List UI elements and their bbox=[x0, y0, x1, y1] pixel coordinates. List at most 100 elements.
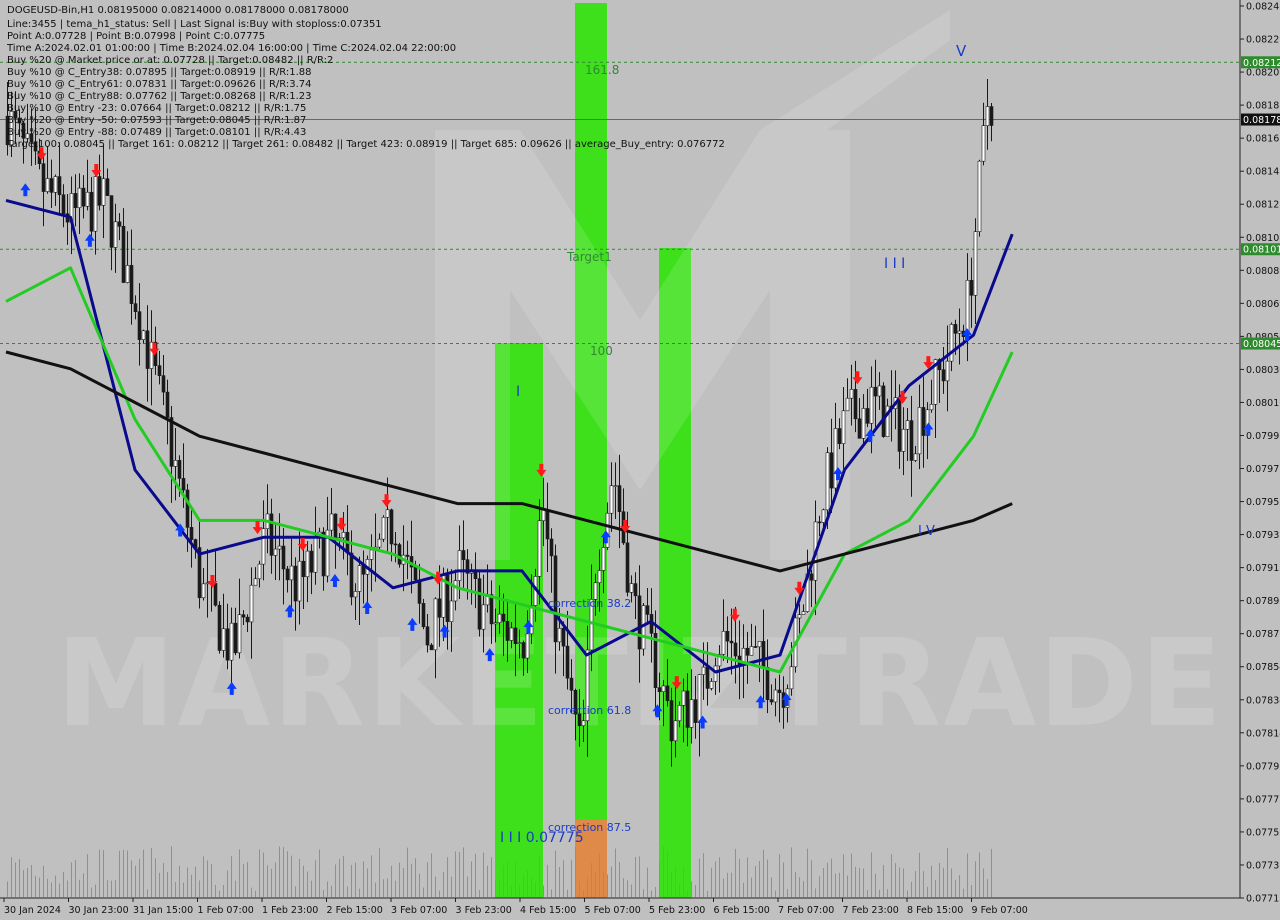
candle-body bbox=[349, 552, 354, 598]
candle-body bbox=[301, 560, 306, 578]
candle-body bbox=[181, 478, 186, 491]
candle-body bbox=[857, 418, 862, 439]
candle-body bbox=[725, 631, 730, 642]
candle-body bbox=[489, 594, 494, 625]
candle-body bbox=[509, 627, 514, 641]
candle-body bbox=[549, 538, 554, 557]
candle-body bbox=[417, 579, 422, 604]
candle-body bbox=[41, 163, 46, 192]
time-tick-label: 2 Feb 15:00 bbox=[327, 905, 383, 916]
candle-body bbox=[305, 550, 310, 578]
price-tick-label: 0.07971 bbox=[1246, 464, 1280, 475]
candle-body bbox=[505, 621, 510, 641]
candle-body bbox=[709, 681, 714, 689]
candle-body bbox=[609, 485, 614, 514]
candle-body bbox=[493, 622, 498, 625]
candle-body bbox=[457, 550, 462, 581]
candle-body bbox=[257, 563, 262, 580]
time-tick-label: 1 Feb 23:00 bbox=[262, 905, 318, 916]
candle-body bbox=[101, 178, 106, 206]
candle-body bbox=[669, 700, 674, 742]
candle-body bbox=[109, 195, 114, 248]
price-tick-label: 0.08069 bbox=[1246, 299, 1280, 310]
candle-body bbox=[765, 666, 770, 700]
candle-body bbox=[157, 365, 162, 376]
candle-body bbox=[525, 633, 530, 659]
header-line-2: Line:3455 | tema_h1_status: Sell | Last … bbox=[7, 19, 382, 30]
candle-body bbox=[329, 513, 334, 531]
candle-body bbox=[677, 705, 682, 722]
candle-body bbox=[825, 452, 830, 511]
candle-body bbox=[909, 420, 914, 461]
candle-body bbox=[753, 646, 758, 648]
candle-body bbox=[801, 611, 806, 615]
price-tick-label: 0.08030 bbox=[1246, 365, 1280, 376]
candle-body bbox=[225, 628, 230, 661]
candle-body bbox=[985, 106, 990, 126]
candle-body bbox=[249, 584, 254, 623]
candle-body bbox=[601, 547, 606, 571]
header-line-3: Point A:0.07728 | Point B:0.07998 | Poin… bbox=[7, 31, 265, 42]
level-text-161: 161.8 bbox=[585, 63, 619, 77]
candle-body bbox=[381, 517, 386, 540]
candle-body bbox=[949, 324, 954, 362]
wave-v-label: V bbox=[956, 42, 967, 60]
candle-body bbox=[953, 324, 958, 334]
candle-body bbox=[817, 521, 822, 524]
candle-body bbox=[437, 598, 442, 618]
candle-body bbox=[413, 566, 418, 581]
candle-body bbox=[313, 536, 318, 573]
candle-body bbox=[581, 720, 586, 727]
price-tick-label: 0.08089 bbox=[1246, 266, 1280, 277]
price-tick-label: 0.07775 bbox=[1246, 794, 1280, 805]
candle-body bbox=[501, 613, 506, 622]
candle-body bbox=[221, 628, 226, 651]
price-tick-label: 0.07834 bbox=[1246, 695, 1280, 706]
candle-body bbox=[845, 397, 850, 412]
header-line-9: Buy %10 @ Entry -23: 0.07664 || Target:0… bbox=[7, 103, 306, 114]
candle-body bbox=[545, 509, 550, 540]
price-tick-label: 0.08167 bbox=[1246, 134, 1280, 145]
candle-body bbox=[721, 631, 726, 655]
candle-body bbox=[689, 699, 694, 728]
candle-body bbox=[217, 604, 222, 651]
candle-body bbox=[797, 614, 802, 619]
candle-body bbox=[185, 489, 190, 528]
time-tick-label: 30 Jan 23:00 bbox=[69, 905, 129, 916]
candle-body bbox=[353, 591, 358, 598]
price-tick-label: 0.07991 bbox=[1246, 431, 1280, 442]
candle-body bbox=[429, 644, 434, 651]
candle-body bbox=[729, 640, 734, 644]
candle-body bbox=[789, 666, 794, 690]
wave-iii-label: I I I bbox=[884, 256, 905, 272]
candle-body bbox=[213, 583, 218, 606]
candle-body bbox=[461, 550, 466, 560]
candle-body bbox=[941, 369, 946, 382]
candle-body bbox=[421, 603, 426, 628]
candle-body bbox=[121, 225, 126, 283]
candle-body bbox=[405, 554, 410, 557]
candle-body bbox=[377, 538, 382, 548]
candle-body bbox=[105, 178, 110, 196]
price-tick-label: 0.07912 bbox=[1246, 563, 1280, 574]
candle-body bbox=[517, 642, 522, 644]
level-price-tag-label: 0.08212 bbox=[1243, 58, 1280, 69]
candle-body bbox=[957, 330, 962, 334]
header-line-7: Buy %10 @ C_Entry61: 0.07831 || Target:0… bbox=[7, 79, 312, 90]
candle-body bbox=[189, 527, 194, 540]
header-line-12: Target100: 0.08045 || Target 161: 0.0821… bbox=[6, 139, 725, 150]
candle-body bbox=[85, 191, 90, 207]
price-tick-label: 0.07893 bbox=[1246, 596, 1280, 607]
candle-body bbox=[385, 509, 390, 518]
candle-body bbox=[137, 311, 142, 340]
header-line-11: Buy %20 @ Entry -88: 0.07489 || Target:0… bbox=[7, 127, 306, 138]
candle-body bbox=[133, 303, 138, 312]
candle-body bbox=[969, 279, 974, 296]
candle-body bbox=[913, 453, 918, 461]
price-tick-label: 0.07932 bbox=[1246, 530, 1280, 541]
candle-body bbox=[113, 221, 118, 248]
candle-body bbox=[237, 614, 242, 654]
price-tick-label: 0.08206 bbox=[1246, 68, 1280, 79]
price-tick-label: 0.07854 bbox=[1246, 662, 1280, 673]
price-chart[interactable]: MARKETIZTRADE 161.8 Target1 100 correcti… bbox=[0, 0, 1280, 920]
